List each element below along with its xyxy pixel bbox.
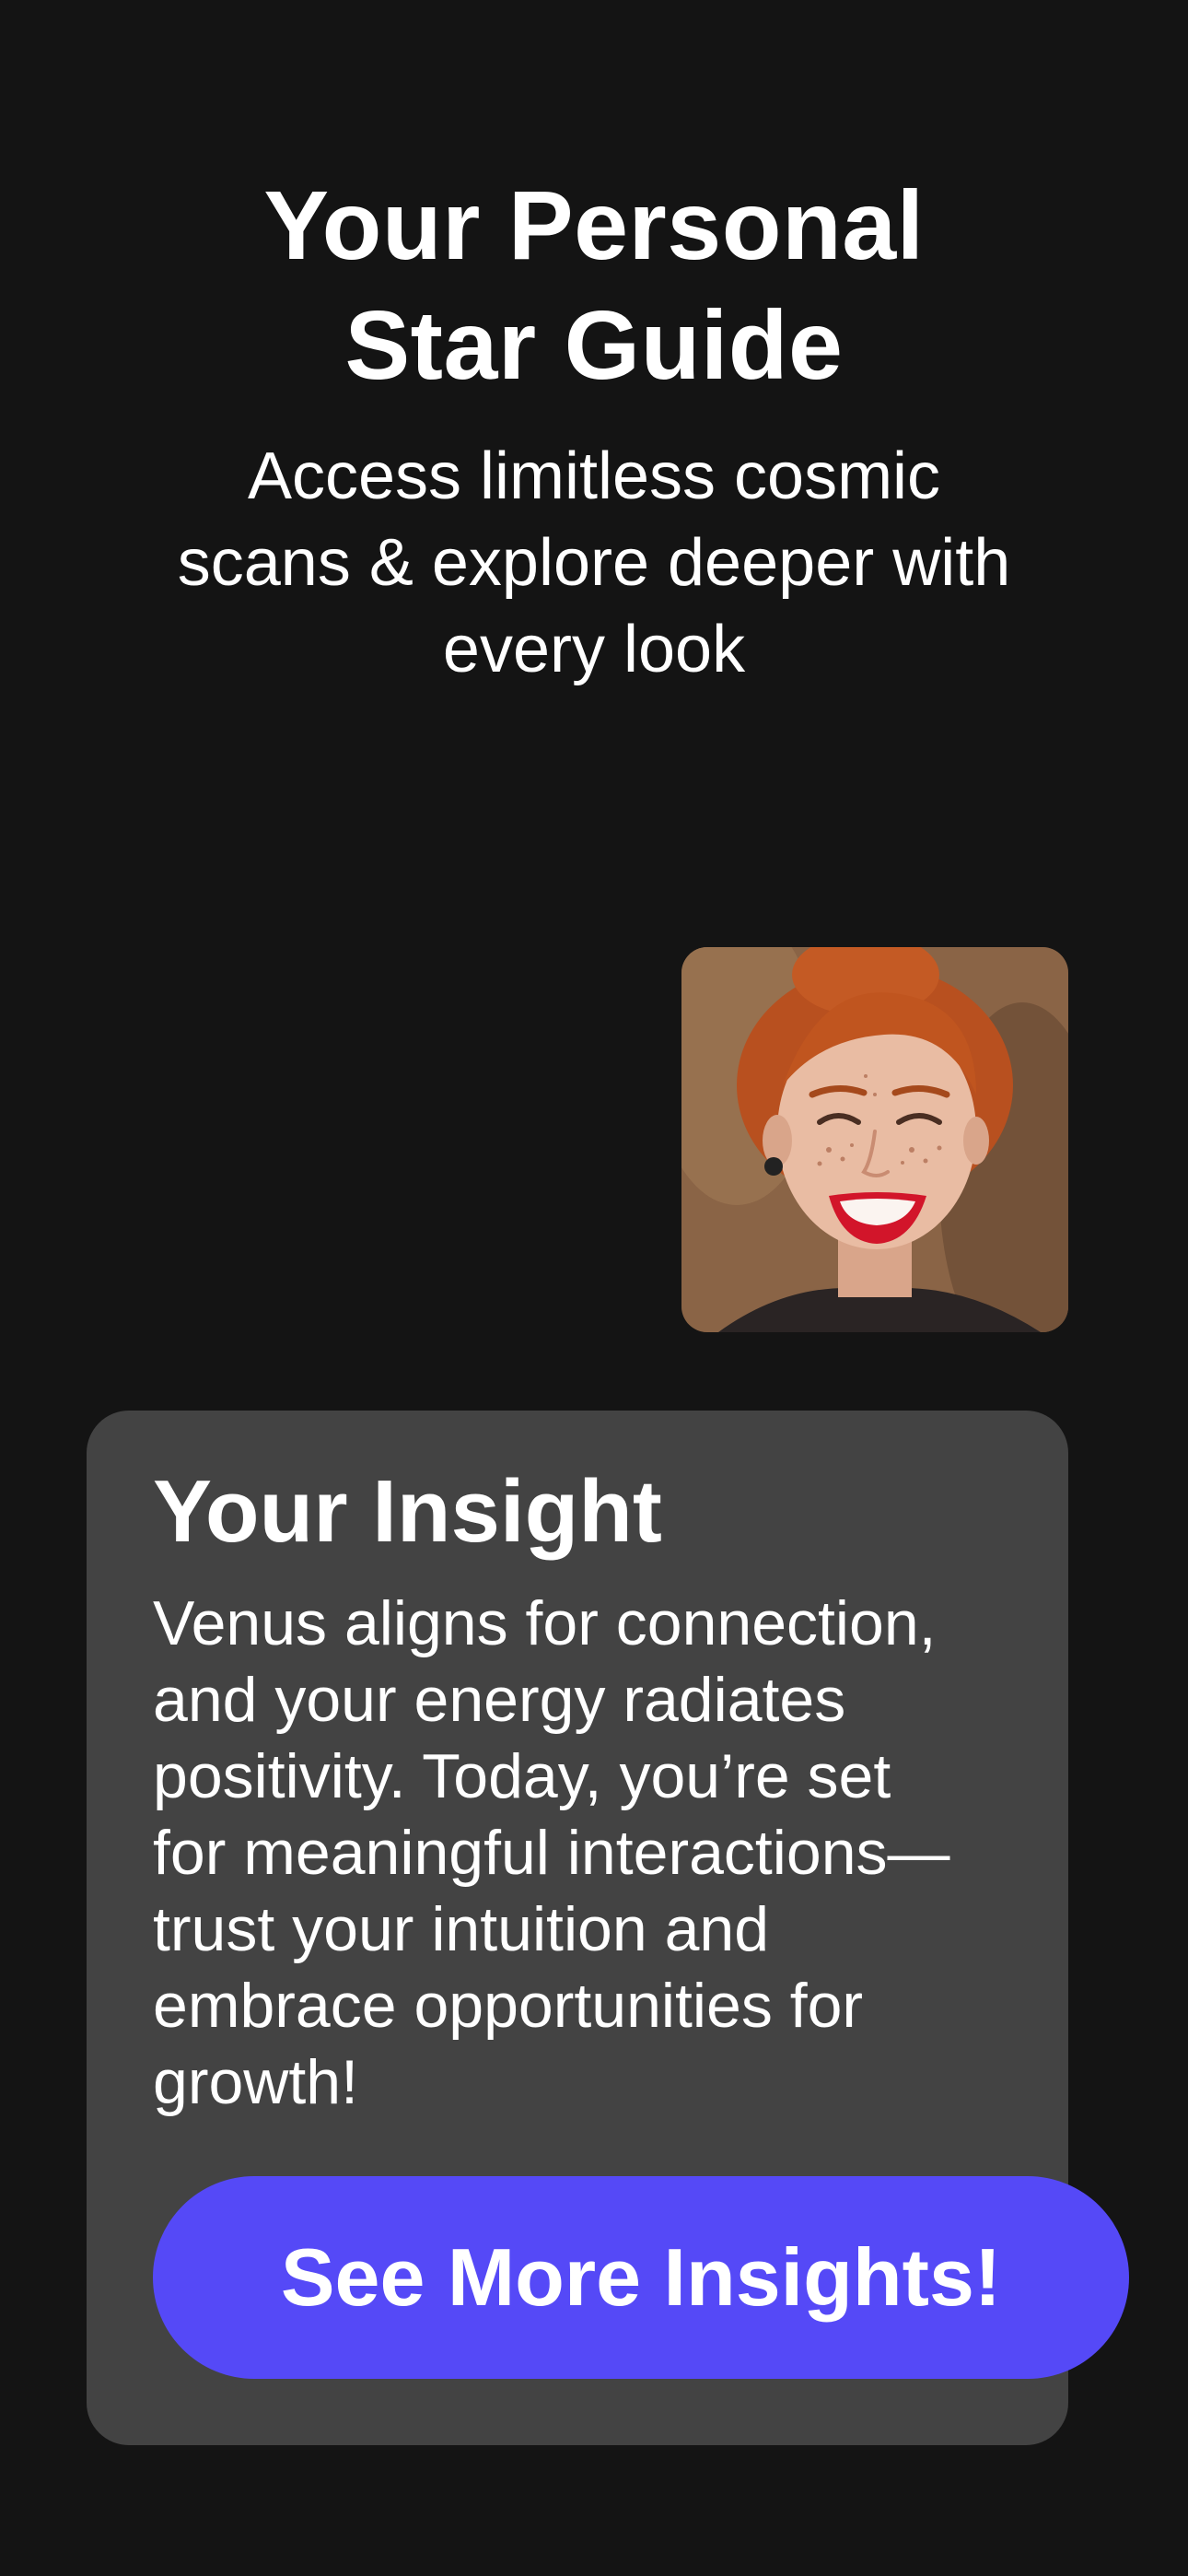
subtitle-line-1: Access limitless cosmic bbox=[247, 439, 941, 513]
user-photo bbox=[681, 947, 1068, 1332]
insight-line-2: and your energy radiates bbox=[153, 1665, 846, 1735]
insight-line-4: for meaningful interactions— bbox=[153, 1818, 950, 1888]
insight-title: Your Insight bbox=[153, 1462, 662, 1561]
header: Your Personal Star Guide Access limitles… bbox=[0, 166, 1188, 693]
insight-body: Venus aligns for connection, and your en… bbox=[153, 1586, 1037, 2121]
subtitle-line-3: every look bbox=[442, 613, 746, 686]
see-more-insights-button[interactable]: See More Insights! bbox=[153, 2176, 1129, 2379]
page-title: Your Personal Star Guide bbox=[0, 166, 1188, 405]
insight-line-3: positivity. Today, you’re set bbox=[153, 1741, 891, 1811]
page-subtitle: Access limitless cosmic scans & explore … bbox=[78, 433, 1110, 693]
insight-line-6: embrace opportunities for bbox=[153, 1971, 864, 2041]
insight-line-7: growth! bbox=[153, 2047, 358, 2117]
subtitle-line-2: scans & explore deeper with bbox=[177, 526, 1011, 600]
title-line-1: Your Personal bbox=[263, 171, 925, 280]
face-photo-illustration bbox=[681, 947, 1068, 1332]
title-line-2: Star Guide bbox=[344, 291, 844, 400]
insight-line-5: trust your intuition and bbox=[153, 1894, 770, 1964]
insight-line-1: Venus aligns for connection, bbox=[153, 1588, 937, 1658]
